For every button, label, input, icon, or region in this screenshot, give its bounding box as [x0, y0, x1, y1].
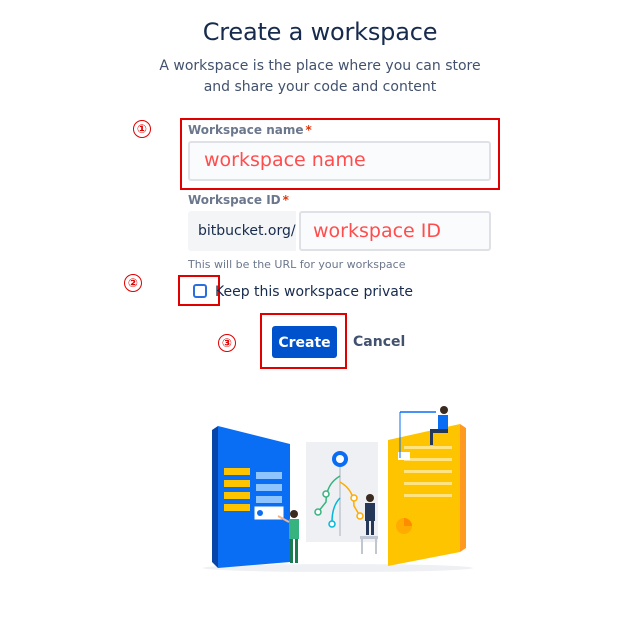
- page-subtitle-line-1: A workspace is the place where you can s…: [159, 58, 481, 74]
- workspace-id-value: workspace ID: [313, 220, 441, 242]
- cancel-button[interactable]: Cancel: [353, 334, 405, 350]
- page-title: Create a workspace: [202, 18, 438, 46]
- step-2-marker: ②: [124, 274, 142, 292]
- required-marker: *: [282, 193, 289, 207]
- workspace-name-value: workspace name: [204, 149, 366, 171]
- page-subtitle-line-2: and share your code and content: [203, 79, 437, 95]
- step-1-marker: ①: [133, 120, 151, 138]
- private-checkbox[interactable]: [193, 284, 207, 298]
- workspace-id-input[interactable]: workspace ID: [299, 211, 491, 251]
- workspace-id-helper-text: This will be the URL for your workspace: [188, 258, 406, 271]
- workspace-id-label: Workspace ID *: [188, 193, 289, 207]
- workspace-url-prefix: bitbucket.org/: [188, 211, 296, 251]
- required-marker: *: [305, 123, 312, 137]
- private-checkbox-label[interactable]: Keep this workspace private: [215, 284, 413, 300]
- workspace-illustration: [203, 406, 473, 572]
- create-button[interactable]: Create: [272, 326, 337, 358]
- step-3-marker: ③: [218, 334, 236, 352]
- workspace-name-label: Workspace name *: [188, 123, 312, 137]
- workspace-name-input[interactable]: workspace name: [188, 141, 491, 181]
